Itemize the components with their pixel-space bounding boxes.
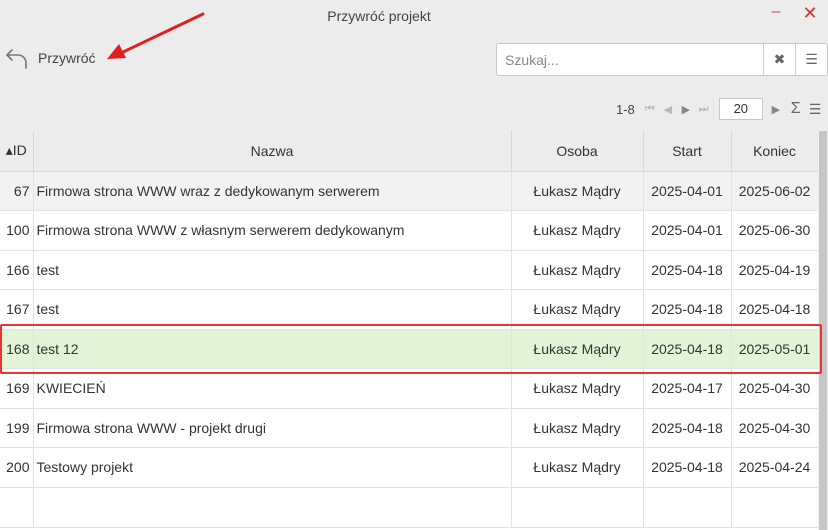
sum-icon[interactable]: Σ (791, 100, 801, 118)
grid-menu-icon[interactable]: ☰ (809, 101, 822, 118)
cell-start: 2025-04-01 (643, 171, 732, 211)
cell-start: 2025-04-18 (643, 408, 732, 448)
search-menu-icon[interactable]: ☰ (795, 44, 827, 75)
cell-id: 169 (0, 368, 34, 409)
cell-name: test 12 (33, 329, 512, 369)
next-page-size-icon[interactable]: ▶ (767, 103, 785, 116)
cell-name: Firmowa strona WWW - projekt drugi (33, 408, 512, 448)
cell-name: Testowy projekt (33, 447, 512, 488)
cell-person: Łukasz Mądry (511, 210, 644, 251)
cell-end: 2025-06-30 (731, 210, 819, 251)
cell-start: 2025-04-18 (643, 447, 732, 488)
cell-name: test (33, 289, 512, 330)
column-header-end[interactable]: Koniec (731, 131, 819, 172)
cell-start: 2025-04-18 (643, 329, 732, 369)
restore-button-label: Przywróć (38, 50, 96, 66)
cell-id: 67 (0, 171, 34, 211)
projects-table: ▴ID Nazwa Osoba Start Koniec 67 Firmowa … (0, 131, 819, 528)
last-page-icon[interactable]: ⏭ (695, 103, 713, 116)
column-header-person[interactable]: Osoba (511, 131, 644, 172)
search-input[interactable] (497, 44, 763, 75)
table-row[interactable]: 199 Firmowa strona WWW - projekt drugi Ł… (0, 408, 819, 448)
cell-id: 168 (0, 329, 34, 369)
cell-start: 2025-04-01 (643, 210, 732, 251)
search-box: ✖ ☰ (496, 43, 828, 76)
cell-person: Łukasz Mądry (511, 171, 644, 211)
cell-person: Łukasz Mądry (511, 368, 644, 409)
prev-page-icon[interactable]: ◀ (659, 103, 677, 116)
cell-start: 2025-04-18 (643, 250, 732, 290)
cell-end: 2025-04-18 (731, 289, 819, 330)
window-title: Przywróć projekt (327, 8, 431, 24)
table-row-selected[interactable]: 168 test 12 Łukasz Mądry 2025-04-18 2025… (0, 329, 819, 369)
column-header-start[interactable]: Start (643, 131, 732, 172)
cell-end: 2025-04-19 (731, 250, 819, 290)
page-range: 1-8 (616, 101, 635, 117)
empty-cell (33, 487, 512, 528)
table-row[interactable]: 169 KWIECIEŃ Łukasz Mądry 2025-04-17 202… (0, 368, 819, 409)
empty-cell (643, 487, 732, 528)
next-page-icon[interactable]: ▶ (677, 103, 695, 116)
cell-id: 200 (0, 447, 34, 488)
empty-cell (731, 487, 819, 528)
cell-person: Łukasz Mądry (511, 408, 644, 448)
scrollbar-thumb[interactable] (819, 131, 827, 530)
cell-id: 166 (0, 250, 34, 290)
cell-end: 2025-04-24 (731, 447, 819, 488)
undo-arrow-icon (6, 49, 27, 69)
cell-person: Łukasz Mądry (511, 447, 644, 488)
page-size-input[interactable]: 20 (718, 98, 763, 120)
first-page-icon[interactable]: ⏮ (641, 103, 659, 116)
cell-person: Łukasz Mądry (511, 329, 644, 369)
cell-end: 2025-04-30 (731, 408, 819, 448)
close-icon[interactable]: ✕ (800, 3, 820, 23)
cell-start: 2025-04-18 (643, 289, 732, 330)
cell-end: 2025-05-01 (731, 329, 819, 369)
table-row-empty (0, 487, 819, 528)
pagination-bar: 1-8 ⏮ ◀ ▶ ⏭ 20 ▶ Σ ☰ (600, 97, 828, 121)
table-row[interactable]: 166 test Łukasz Mądry 2025-04-18 2025-04… (0, 250, 819, 290)
window-header: Przywróć projekt – ✕ Przywróć ✖ ☰ 1-8 ⏮ … (0, 0, 828, 131)
column-header-id[interactable]: ▴ID (0, 131, 34, 172)
restore-button[interactable]: Przywróć (4, 40, 96, 76)
clear-search-icon[interactable]: ✖ (763, 44, 795, 75)
cell-id: 167 (0, 289, 34, 330)
table-row[interactable]: 67 Firmowa strona WWW wraz z dedykowanym… (0, 171, 819, 211)
minimize-icon[interactable]: – (769, 3, 783, 21)
empty-cell (0, 487, 34, 528)
cell-id: 100 (0, 210, 34, 251)
cell-name: Firmowa strona WWW wraz z dedykowanym se… (33, 171, 512, 211)
cell-end: 2025-06-02 (731, 171, 819, 211)
table-row[interactable]: 200 Testowy projekt Łukasz Mądry 2025-04… (0, 447, 819, 488)
cell-person: Łukasz Mądry (511, 289, 644, 330)
cell-end: 2025-04-30 (731, 368, 819, 409)
cell-name: Firmowa strona WWW z własnym serwerem de… (33, 210, 512, 251)
vertical-scrollbar[interactable] (818, 131, 828, 530)
cell-start: 2025-04-17 (643, 368, 732, 409)
cell-name: KWIECIEŃ (33, 368, 512, 409)
cell-person: Łukasz Mądry (511, 250, 644, 290)
column-header-name[interactable]: Nazwa (33, 131, 512, 172)
cell-id: 199 (0, 408, 34, 448)
table-row[interactable]: 100 Firmowa strona WWW z własnym serwere… (0, 210, 819, 251)
cell-name: test (33, 250, 512, 290)
table-row[interactable]: 167 test Łukasz Mądry 2025-04-18 2025-04… (0, 289, 819, 330)
empty-cell (511, 487, 644, 528)
table-header-row: ▴ID Nazwa Osoba Start Koniec (0, 131, 819, 172)
